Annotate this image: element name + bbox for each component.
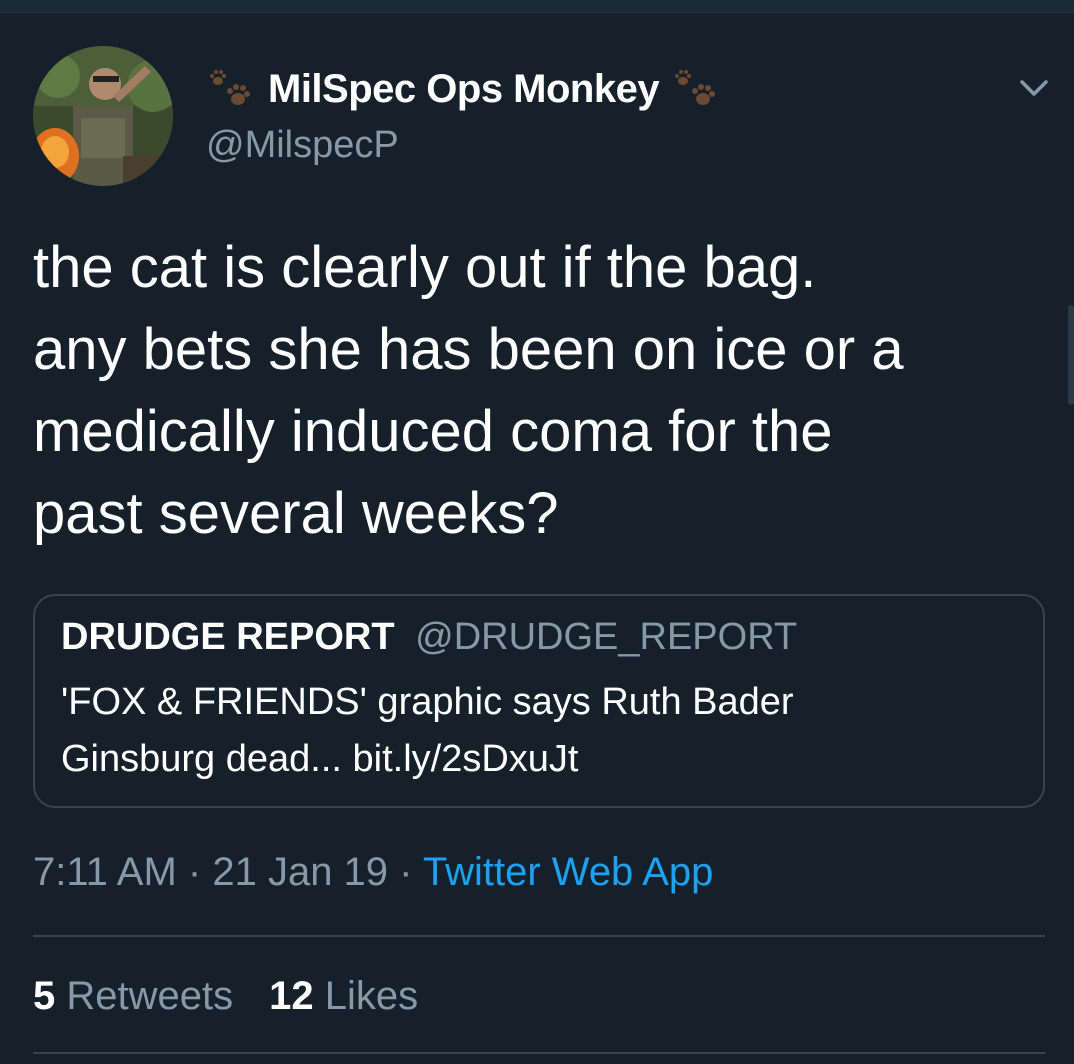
display-name[interactable]: MilSpec Ops Monkey [206,64,721,114]
tweet-source-link[interactable]: Twitter Web App [423,850,714,894]
tweet-time[interactable]: 7:11 AM [33,850,177,894]
quoted-tweet-header: DRUDGE REPORT @DRUDGE_REPORT [61,616,797,659]
tweet-text-line: medically induced coma for the [33,399,833,464]
user-handle[interactable]: @MilspecP [206,124,399,167]
tweet-meta: 7:11 AM · 21 Jan 19 · Twitter Web App [33,850,713,895]
top-bar [0,0,1074,13]
retweets-count: 5 [33,974,56,1018]
tweet-text: the cat is clearly out if the bag. any b… [33,227,1043,555]
quoted-tweet-text-line: Ginsburg dead... bit.ly/2sDxuJt [61,738,579,780]
tweet-text-line: any bets she has been on ice or a [33,317,904,382]
tweet-text-line: the cat is clearly out if the bag. [33,235,817,300]
tweet-stats: 5 Retweets 12 Likes [33,974,418,1019]
avatar[interactable] [33,46,173,186]
tweet-date[interactable]: 21 Jan 19 [212,850,388,894]
quoted-tweet-text: 'FOX & FRIENDS' graphic says Ruth Bader … [61,674,794,788]
likes-count: 12 [269,974,314,1018]
retweets-label: Retweets [66,974,234,1018]
quoted-tweet-author-handle: @DRUDGE_REPORT [415,616,798,658]
scrollbar[interactable] [1068,305,1074,405]
meta-separator: · [388,850,423,894]
display-name-text[interactable]: MilSpec Ops Monkey [268,67,660,112]
quoted-tweet-text-line: 'FOX & FRIENDS' graphic says Ruth Bader [61,681,794,723]
retweets-stat[interactable]: 5 Retweets [33,974,233,1018]
paw-prints-icon [210,70,250,105]
avatar-image [33,46,173,186]
quoted-tweet-card[interactable]: DRUDGE REPORT @DRUDGE_REPORT 'FOX & FRIE… [33,594,1045,808]
chevron-down-icon[interactable] [1012,70,1056,104]
quoted-tweet-author-name: DRUDGE REPORT [61,616,395,658]
divider [33,935,1045,937]
likes-label: Likes [324,974,419,1018]
tweet-text-line: past several weeks? [33,481,559,546]
likes-stat[interactable]: 12 Likes [269,974,418,1018]
divider [33,1052,1045,1054]
meta-separator: · [176,850,213,894]
paw-prints-icon [675,70,716,105]
